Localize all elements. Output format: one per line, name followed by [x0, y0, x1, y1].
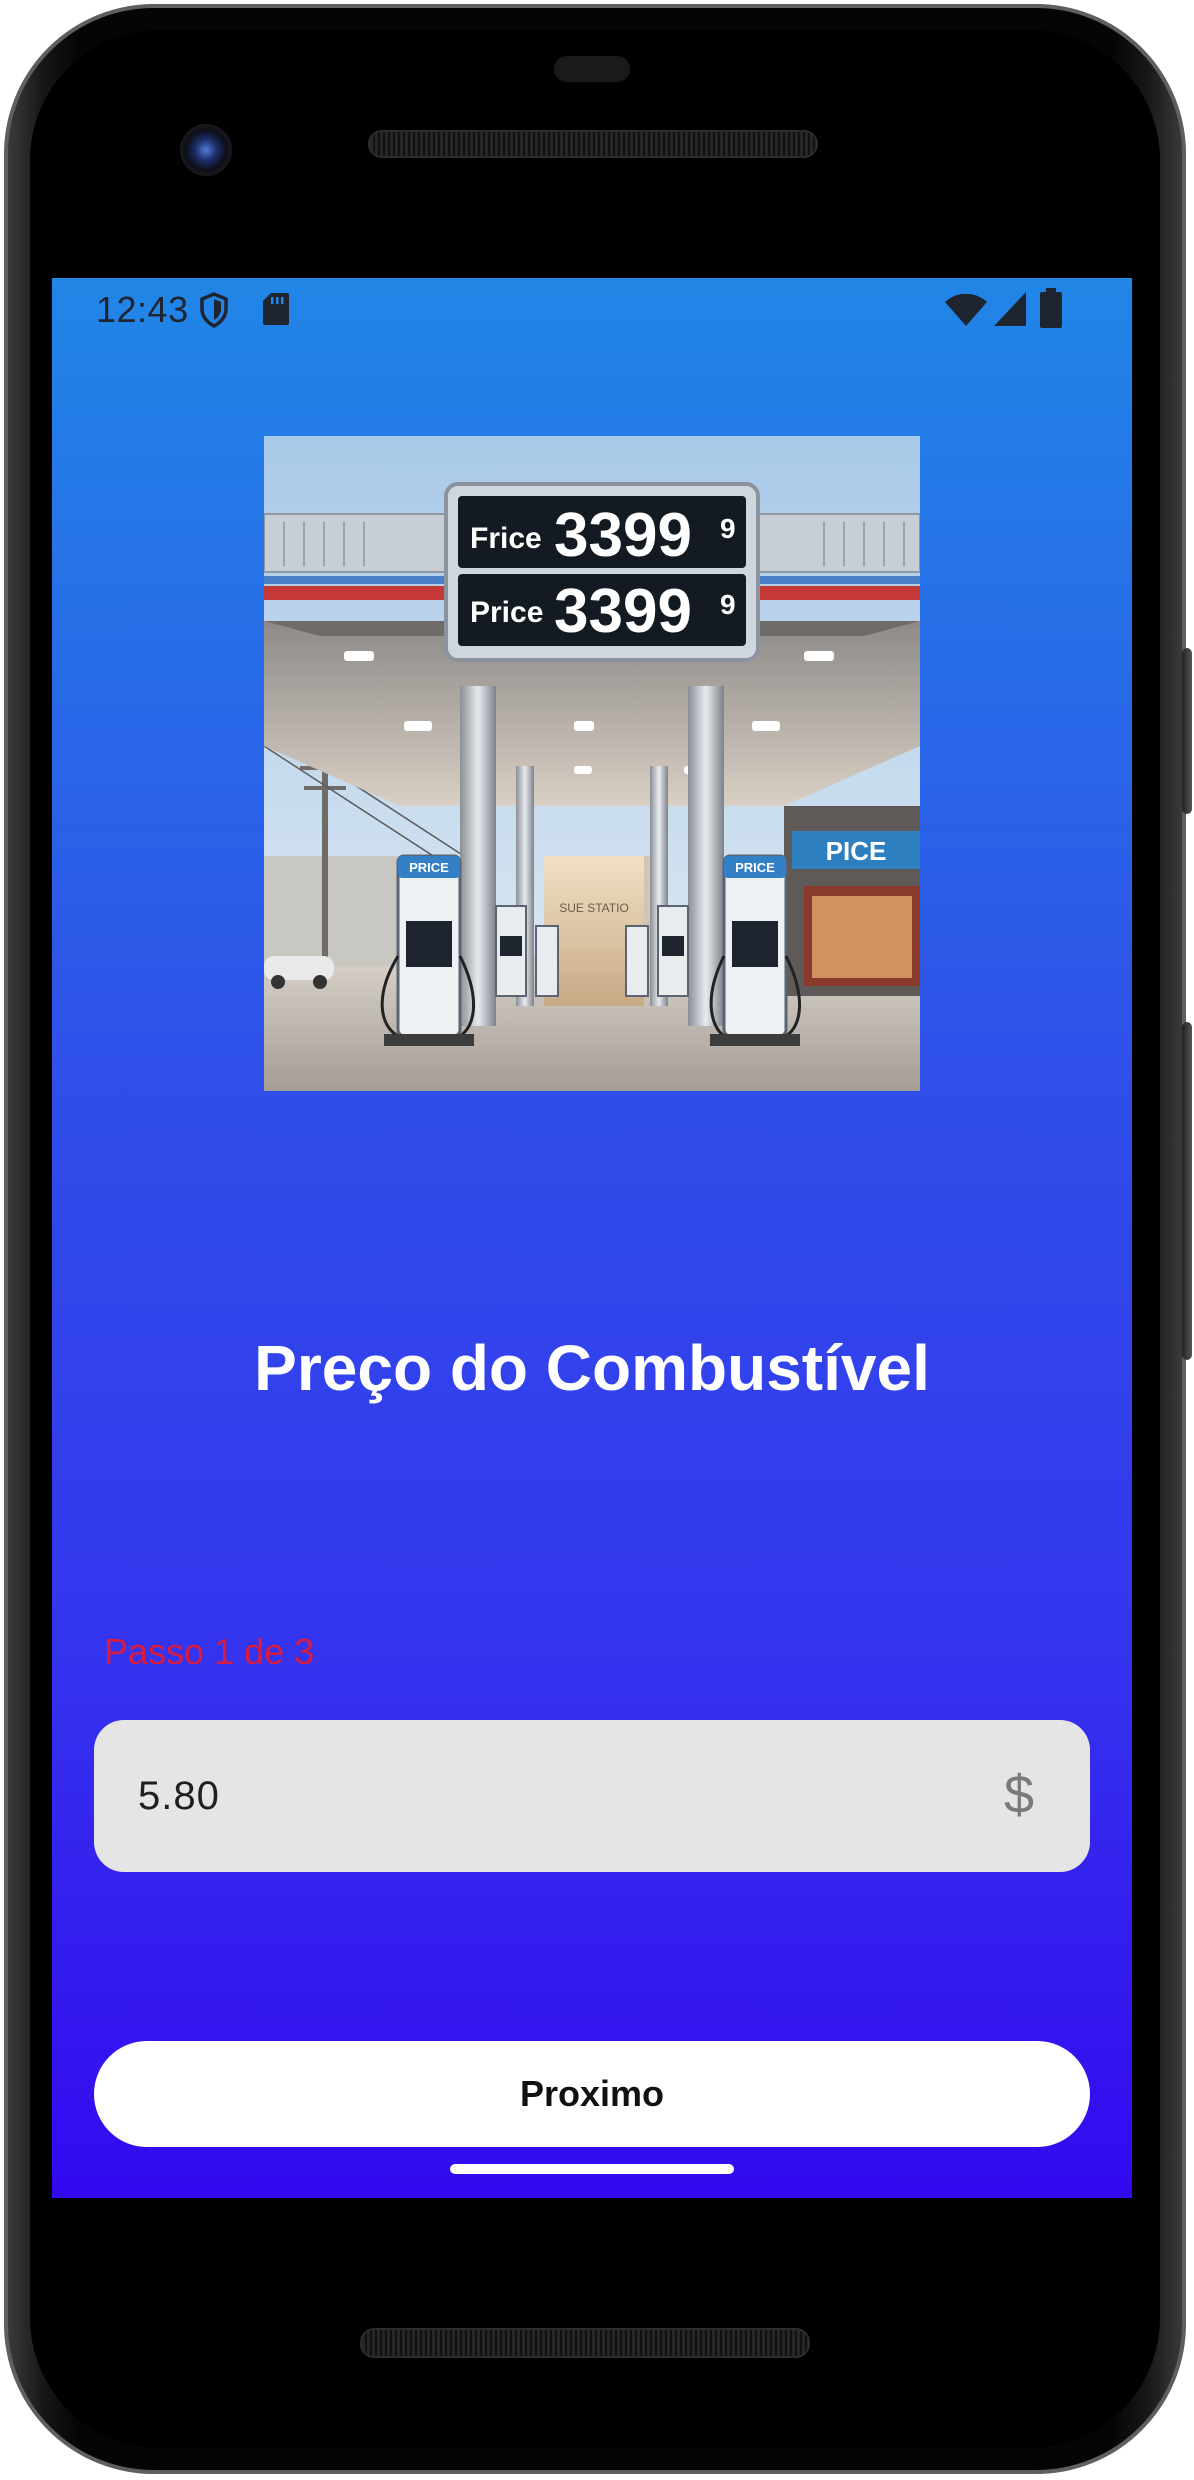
price-sign-value-1: 3399 [554, 501, 692, 570]
gas-station-illustration: PICE SUE STATIO PRICE PRICE Frice 3399 9… [264, 436, 920, 1091]
next-button[interactable]: Proximo [94, 2041, 1090, 2147]
battery-icon [1040, 288, 1062, 328]
cell-signal-icon [994, 292, 1026, 326]
station-sign: SUE STATIO [559, 901, 629, 915]
price-sign-suffix-2: 9 [720, 589, 736, 620]
pump-label-left: PRICE [409, 860, 449, 875]
status-bar: 12:43 [52, 278, 1132, 342]
store-sign: PICE [826, 836, 887, 866]
shield-icon [200, 292, 228, 328]
top-speaker-grille [368, 130, 818, 158]
pump-label-right: PRICE [735, 860, 775, 875]
bottom-speaker-grille [360, 2328, 810, 2358]
earpiece-notch [554, 56, 630, 82]
wifi-icon [945, 294, 987, 326]
power-button [1182, 648, 1192, 814]
fuel-price-input[interactable]: 5.80 $ [94, 1720, 1090, 1872]
volume-button [1182, 1022, 1192, 1360]
price-sign-suffix-1: 9 [720, 513, 736, 544]
gas-station-image: PICE SUE STATIO PRICE PRICE Frice 3399 9… [264, 436, 920, 1091]
price-sign-label-1: Frice [470, 522, 542, 555]
sd-card-icon [263, 293, 289, 325]
page-title: Preço do Combustível [254, 1332, 930, 1404]
step-indicator: Passo 1 de 3 [104, 1631, 315, 1672]
fuel-price-value[interactable]: 5.80 [138, 1770, 220, 1822]
currency-icon: $ [1003, 1765, 1034, 1825]
app-screen: 12:43 PICE SUE STATIO PRICE PRICE Frice … [52, 278, 1132, 2198]
home-indicator[interactable] [450, 2164, 734, 2174]
front-camera [180, 124, 232, 176]
price-sign-value-2: 3399 [554, 577, 692, 646]
price-sign-label-2: Price [470, 596, 543, 629]
status-time: 12:43 [96, 289, 189, 330]
